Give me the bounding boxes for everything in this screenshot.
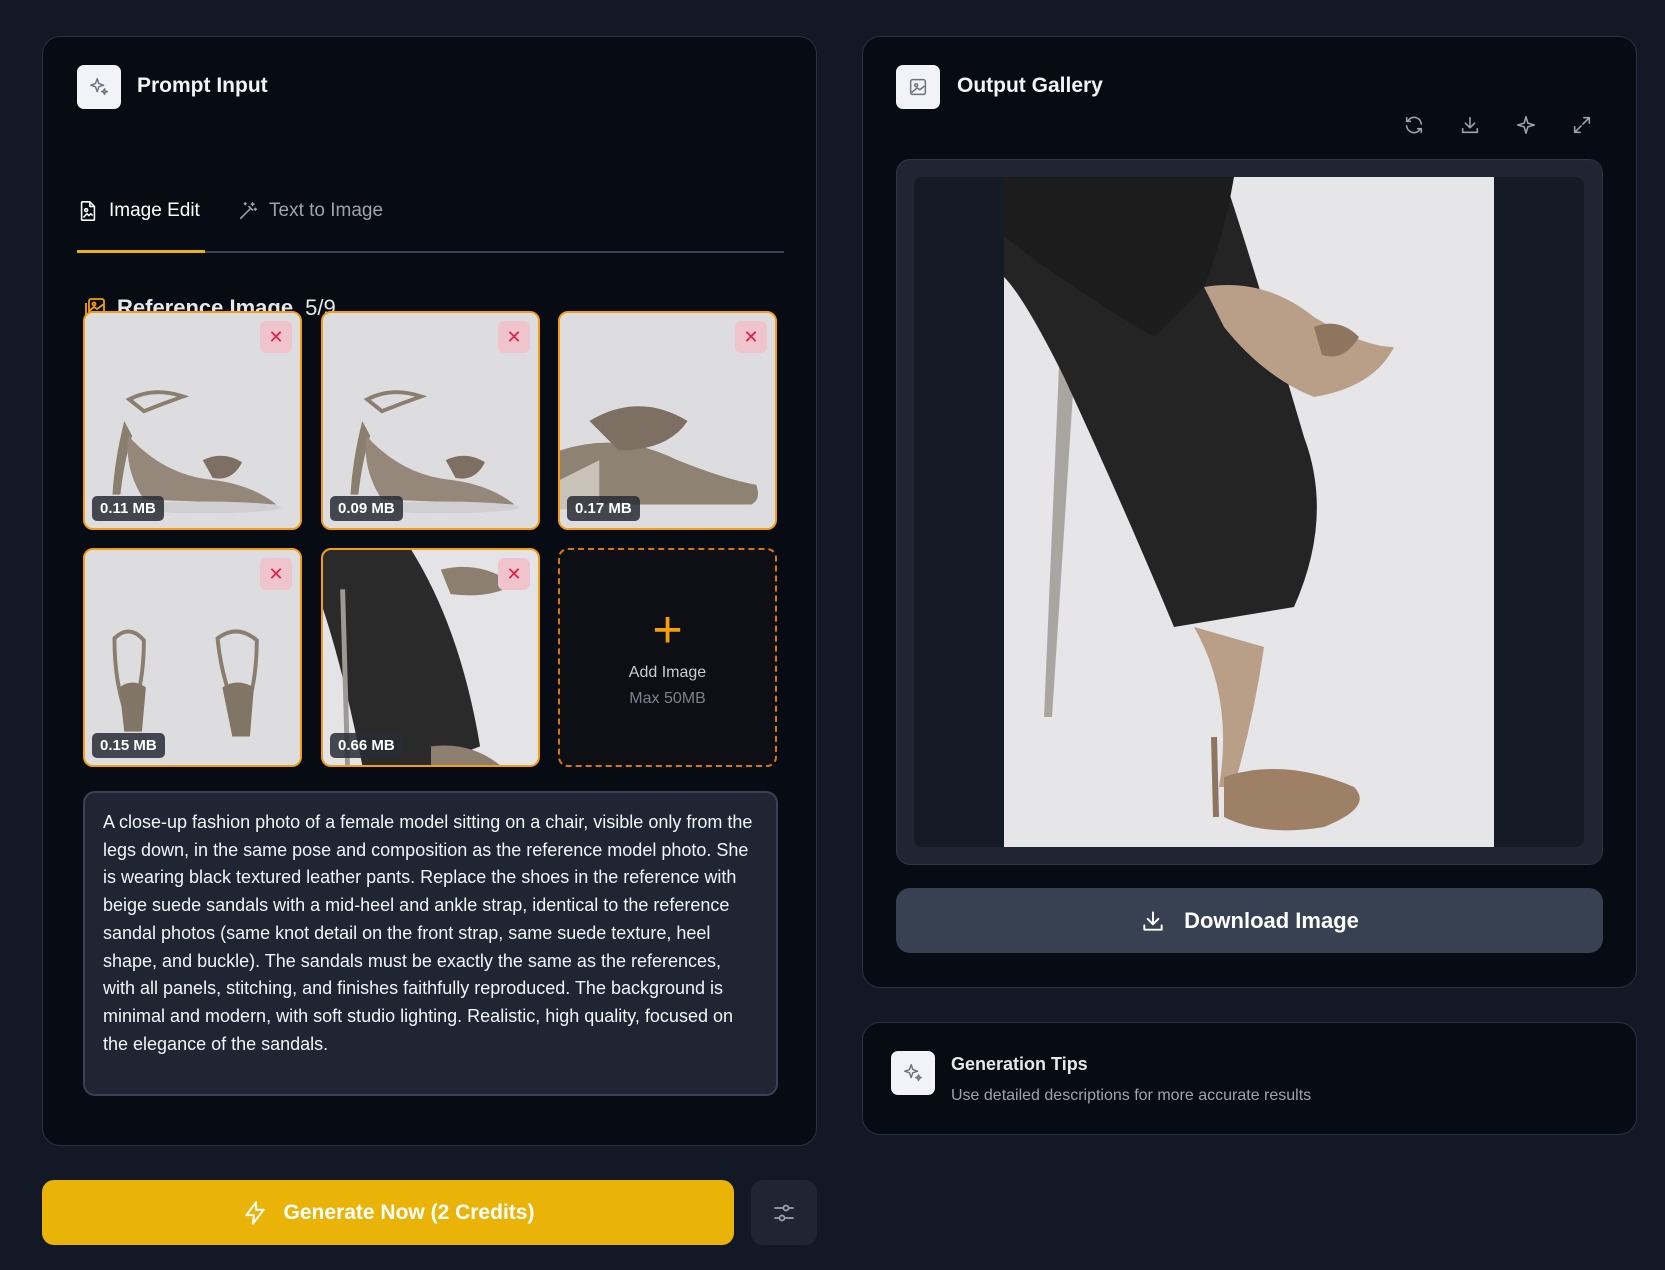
sliders-icon [774, 1204, 794, 1221]
generated-photo [1004, 177, 1494, 847]
remove-image-button[interactable]: ✕ [498, 321, 530, 353]
panel-title: Output Gallery [957, 74, 1103, 97]
gallery-viewport [914, 177, 1584, 847]
plus-icon: + [652, 600, 683, 659]
reference-thumbnail[interactable]: ✕ 0.11 MB [83, 311, 302, 530]
generate-label: Generate Now (2 Credits) [283, 1200, 535, 1224]
reference-thumbnail[interactable]: ✕ 0.09 MB [321, 311, 540, 530]
remove-image-button[interactable]: ✕ [260, 321, 292, 353]
image-icon [896, 65, 940, 109]
file-size-badge: 0.15 MB [92, 733, 165, 758]
download-icon [1143, 910, 1163, 931]
tips-title: Generation Tips [951, 1054, 1088, 1074]
download-icon[interactable] [1454, 109, 1486, 141]
file-size-badge: 0.17 MB [567, 496, 640, 521]
add-image-limit: Max 50MB [629, 689, 706, 707]
generate-button[interactable]: Generate Now (2 Credits) [42, 1180, 734, 1245]
gallery-actions [1398, 109, 1598, 141]
add-image-button[interactable]: + Add Image Max 50MB [558, 548, 777, 767]
file-size-badge: 0.09 MB [330, 496, 403, 521]
tab-text-to-image[interactable]: Text to Image [237, 169, 383, 253]
refresh-icon[interactable] [1398, 109, 1430, 141]
magic-wand-icon [239, 201, 258, 220]
remove-image-button[interactable]: ✕ [735, 321, 767, 353]
reference-thumbnail[interactable]: ✕ 0.15 MB [83, 548, 302, 767]
panel-title: Prompt Input [137, 74, 268, 97]
remove-image-button[interactable]: ✕ [260, 558, 292, 590]
tab-label: Image Edit [109, 200, 200, 221]
add-image-label: Add Image [628, 663, 707, 681]
lightning-icon [244, 1200, 265, 1225]
tab-image-edit[interactable]: Image Edit [77, 169, 200, 253]
output-image[interactable] [1004, 177, 1494, 847]
prompt-textarea[interactable]: A close-up fashion photo of a female mod… [83, 791, 778, 1096]
expand-icon[interactable] [1566, 109, 1598, 141]
tab-bar: Image Edit Text to Image [77, 169, 784, 253]
file-size-badge: 0.66 MB [330, 733, 403, 758]
remove-image-button[interactable]: ✕ [498, 558, 530, 590]
sparkle-icon [77, 65, 121, 109]
settings-button[interactable] [751, 1180, 817, 1245]
output-gallery-panel: Output Gallery Download Image [862, 36, 1637, 988]
download-label: Download Image [1184, 907, 1359, 933]
download-image-button[interactable]: Download Image [896, 888, 1603, 953]
active-tab-indicator [77, 250, 205, 253]
reference-thumbnail[interactable]: ✕ 0.66 MB [321, 548, 540, 767]
image-file-icon [80, 201, 96, 221]
generation-tips-panel: Generation Tips Use detailed description… [862, 1022, 1637, 1135]
tips-text: Use detailed descriptions for more accur… [951, 1087, 1312, 1104]
sparkle-icon[interactable] [1510, 109, 1542, 141]
reference-thumbnail[interactable]: ✕ 0.17 MB [558, 311, 777, 530]
sparkle-icon [891, 1051, 935, 1095]
tab-label: Text to Image [269, 200, 384, 221]
prompt-input-panel: Prompt Input Image Edit Text to Image Re… [42, 36, 817, 1146]
gallery-frame [896, 159, 1603, 865]
file-size-badge: 0.11 MB [92, 496, 164, 521]
